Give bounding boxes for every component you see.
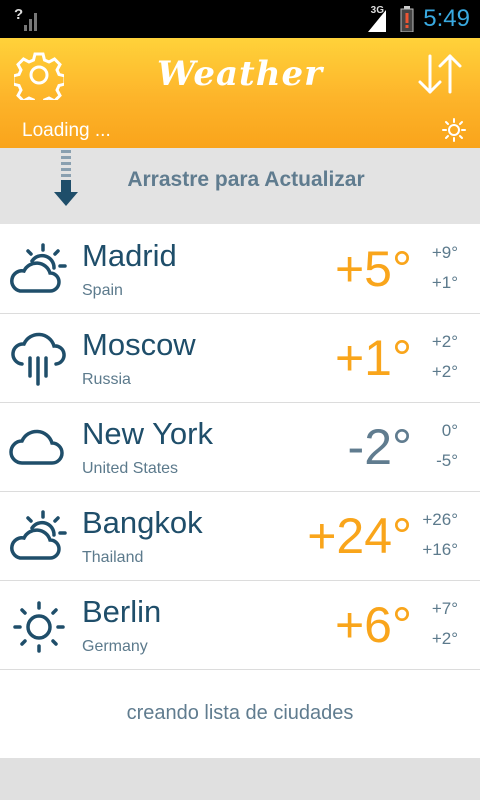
city-name: Madrid xyxy=(82,238,177,273)
battery-alert-icon xyxy=(400,6,414,36)
sort-arrows-icon[interactable] xyxy=(416,50,464,98)
loading-text: Loading ... xyxy=(22,120,111,141)
city-row-madrid[interactable]: Madrid Spain +5° +9° +1° xyxy=(0,224,480,314)
list-status-message: creando lista de ciudades xyxy=(126,702,354,724)
city-row-new-york[interactable]: New York United States -2° 0° -5° xyxy=(0,402,480,492)
city-name: Bangkok xyxy=(82,505,203,540)
current-temp: +24° xyxy=(307,508,412,564)
country-name: Spain xyxy=(82,282,123,299)
wifi-unknown-icon: ? xyxy=(14,5,42,33)
app-title: Weather xyxy=(156,54,324,94)
pull-to-refresh[interactable]: Arrastre para Actualizar xyxy=(0,148,480,224)
city-name: Moscow xyxy=(82,327,196,362)
rain-icon xyxy=(8,330,70,388)
sun-icon xyxy=(442,118,466,142)
high-temp: +2° xyxy=(431,332,458,351)
city-row-moscow[interactable]: Moscow Russia +1° +2° +2° xyxy=(0,313,480,403)
high-temp: 0° xyxy=(441,421,458,440)
current-temp: +1° xyxy=(334,330,412,386)
low-temp: +2° xyxy=(431,629,458,648)
status-bar: ? 3G 5:49 xyxy=(0,0,480,38)
country-name: Thailand xyxy=(82,549,144,566)
country-name: Germany xyxy=(82,638,148,655)
city-name: Berlin xyxy=(82,594,162,629)
current-temp: -2° xyxy=(347,419,412,475)
high-temp: +26° xyxy=(422,510,458,529)
partly-cloudy-icon xyxy=(8,508,70,566)
city-name: New York xyxy=(82,416,213,451)
bottom-bar xyxy=(0,758,480,800)
high-temp: +7° xyxy=(431,599,458,618)
cloud-icon xyxy=(8,419,70,477)
city-row-berlin[interactable]: Berlin Germany +6° +7° +2° xyxy=(0,580,480,670)
country-name: United States xyxy=(82,460,179,477)
low-temp: -5° xyxy=(436,451,458,470)
pull-refresh-label: Arrastre para Actualizar xyxy=(127,168,365,191)
app-header: Weather Loading ... xyxy=(0,38,480,148)
partly-cloudy-icon xyxy=(8,241,70,299)
sun-icon xyxy=(8,597,70,655)
low-temp: +2° xyxy=(431,362,458,381)
low-temp: +1° xyxy=(431,273,458,292)
current-temp: +6° xyxy=(334,597,412,653)
low-temp: +16° xyxy=(422,540,458,559)
signal-strength-icon xyxy=(368,8,388,36)
city-list: Madrid Spain +5° +9° +1° Moscow Russia +… xyxy=(0,224,480,758)
signal-unknown-text: ? xyxy=(14,6,23,23)
city-row-bangkok[interactable]: Bangkok Thailand +24° +26° +16° xyxy=(0,491,480,581)
clock: 5:49 xyxy=(423,5,470,32)
country-name: Russia xyxy=(82,371,131,388)
high-temp: +9° xyxy=(431,243,458,262)
current-temp: +5° xyxy=(334,241,412,297)
